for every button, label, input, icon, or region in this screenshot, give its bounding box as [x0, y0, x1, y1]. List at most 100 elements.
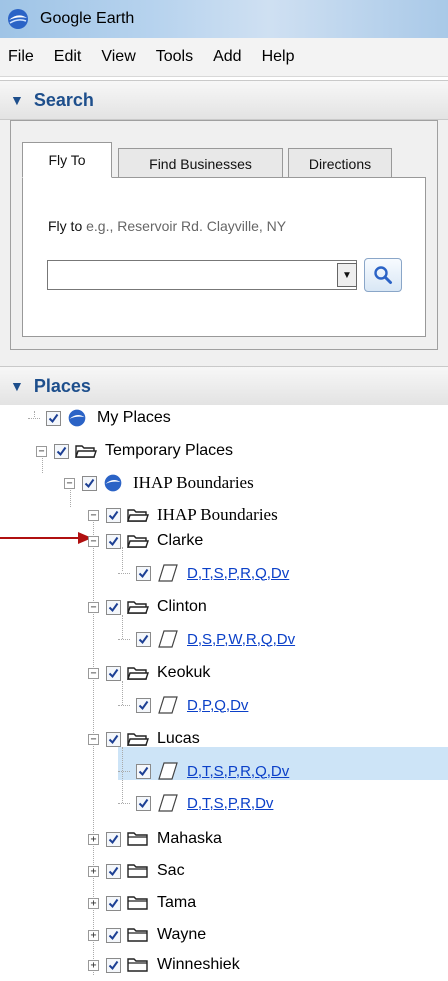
collapse-minus-icon[interactable]: −	[88, 509, 99, 521]
tree-row-lucas[interactable]: − Lucas	[88, 723, 200, 755]
tree-row-my-places[interactable]: My Places	[28, 402, 171, 434]
collapse-minus-icon[interactable]: −	[88, 667, 99, 679]
open-folder-icon	[75, 442, 97, 460]
menu-edit[interactable]: Edit	[54, 48, 82, 66]
fly-to-hint: e.g., Reservoir Rd. Clayville, NY	[86, 218, 287, 234]
search-button[interactable]	[364, 258, 402, 292]
tree-row-clarke[interactable]: − Clarke	[88, 525, 203, 557]
tab-fly-to[interactable]: Fly To	[22, 142, 112, 178]
checkbox[interactable]	[106, 507, 121, 523]
tree-row-clinton[interactable]: − Clinton	[88, 591, 207, 623]
tree-link[interactable]: D,T,S,P,R,Dv	[187, 795, 273, 812]
tree-link[interactable]: D,T,S,P,R,Q,Dv	[187, 763, 289, 780]
checkbox[interactable]	[136, 631, 151, 647]
tree-label: Lucas	[157, 730, 200, 747]
checkbox[interactable]	[106, 831, 121, 847]
title-bar: Google Earth	[0, 0, 448, 38]
tree-row-sac[interactable]: + Sac	[88, 855, 185, 887]
menu-add[interactable]: Add	[213, 48, 241, 66]
tree-row-temporary-places[interactable]: − Temporary Places	[36, 435, 233, 467]
closed-folder-icon	[127, 862, 149, 880]
expand-plus-icon[interactable]: +	[88, 865, 99, 877]
menu-help[interactable]: Help	[262, 48, 295, 66]
tree-link[interactable]: D,P,Q,Dv	[187, 697, 248, 714]
tree-label: Wayne	[157, 926, 207, 943]
menu-bar: File Edit View Tools Add Help	[0, 38, 448, 77]
open-folder-icon	[127, 598, 149, 616]
tab-directions[interactable]: Directions	[288, 148, 392, 178]
checkbox[interactable]	[136, 565, 151, 581]
checkmark-icon	[56, 446, 67, 456]
checkbox[interactable]	[136, 763, 151, 779]
collapse-minus-icon[interactable]: −	[88, 733, 99, 745]
tree-row-mahaska[interactable]: + Mahaska	[88, 823, 222, 855]
places-tree: My Places − Temporary Places − IHAP Boun…	[0, 405, 448, 979]
checkbox[interactable]	[106, 895, 121, 911]
polygon-icon	[157, 696, 179, 714]
polygon-icon	[157, 630, 179, 648]
dropdown-button[interactable]: ▼	[337, 263, 357, 287]
collapse-triangle-icon[interactable]: ▼	[10, 92, 24, 108]
tree-row-wayne[interactable]: + Wayne	[88, 919, 206, 951]
tree-label: IHAP Boundaries	[157, 505, 278, 524]
checkbox[interactable]	[136, 795, 151, 811]
expand-plus-icon[interactable]: +	[88, 959, 99, 971]
tree-row-polygon[interactable]: D,T,S,P,R,Q,Dv	[118, 557, 289, 589]
google-earth-globe-icon	[67, 409, 89, 427]
menu-view[interactable]: View	[101, 48, 135, 66]
tree-link[interactable]: D,S,P,W,R,Q,Dv	[187, 631, 295, 648]
fly-to-pane	[22, 177, 426, 337]
tree-row-winneshiek[interactable]: + Winneshiek	[88, 949, 240, 981]
tree-row-polygon[interactable]: D,S,P,W,R,Q,Dv	[118, 623, 295, 655]
checkbox[interactable]	[136, 697, 151, 713]
open-folder-icon	[127, 506, 149, 524]
google-earth-globe-icon	[103, 474, 125, 492]
checkbox[interactable]	[82, 475, 97, 491]
expand-plus-icon[interactable]: +	[88, 833, 99, 845]
search-header-label: Search	[33, 89, 94, 110]
collapse-minus-icon[interactable]: −	[64, 477, 75, 489]
menu-tools[interactable]: Tools	[156, 48, 193, 66]
tree-elbow	[118, 572, 130, 574]
closed-folder-icon	[127, 830, 149, 848]
menu-file[interactable]: File	[8, 48, 34, 66]
tab-find-businesses[interactable]: Find Businesses	[118, 148, 283, 178]
checkbox[interactable]	[46, 410, 61, 426]
checkbox[interactable]	[106, 731, 121, 747]
tree-row-polygon-selected[interactable]: D,T,S,P,R,Q,Dv	[118, 755, 289, 787]
tree-row-keokuk[interactable]: − Keokuk	[88, 657, 210, 689]
checkmark-icon	[108, 510, 119, 520]
checkbox[interactable]	[106, 665, 121, 681]
closed-folder-icon	[127, 926, 149, 944]
checkbox[interactable]	[106, 927, 121, 943]
checkbox[interactable]	[54, 443, 69, 459]
polygon-icon	[157, 794, 179, 812]
collapse-triangle-icon[interactable]: ▼	[10, 378, 24, 394]
checkmark-icon	[138, 766, 149, 776]
closed-folder-icon	[127, 894, 149, 912]
search-panel-header[interactable]: ▼ Search	[0, 80, 448, 120]
collapse-minus-icon[interactable]: −	[88, 535, 99, 547]
tree-link[interactable]: D,T,S,P,R,Q,Dv	[187, 565, 289, 582]
collapse-minus-icon[interactable]: −	[88, 601, 99, 613]
fly-to-input[interactable]	[47, 260, 357, 290]
tree-row-ihap-boundaries[interactable]: − IHAP Boundaries	[64, 467, 254, 499]
tree-row-tama[interactable]: + Tama	[88, 887, 196, 919]
magnifier-icon	[374, 266, 392, 284]
places-panel-header[interactable]: ▼ Places	[0, 366, 448, 406]
polygon-icon	[157, 762, 179, 780]
checkbox[interactable]	[106, 863, 121, 879]
tree-row-polygon[interactable]: D,P,Q,Dv	[118, 689, 248, 721]
checkbox[interactable]	[106, 533, 121, 549]
tree-row-polygon[interactable]: D,T,S,P,R,Dv	[118, 787, 273, 819]
tree-label: Tama	[157, 894, 197, 911]
tree-label: Keokuk	[157, 664, 211, 681]
checkmark-icon	[108, 668, 119, 678]
checkbox[interactable]	[106, 957, 121, 973]
expand-plus-icon[interactable]: +	[88, 929, 99, 941]
checkbox[interactable]	[106, 599, 121, 615]
tree-elbow	[118, 802, 130, 804]
collapse-minus-icon[interactable]: −	[36, 445, 47, 457]
expand-plus-icon[interactable]: +	[88, 897, 99, 909]
tree-elbow	[118, 638, 130, 640]
